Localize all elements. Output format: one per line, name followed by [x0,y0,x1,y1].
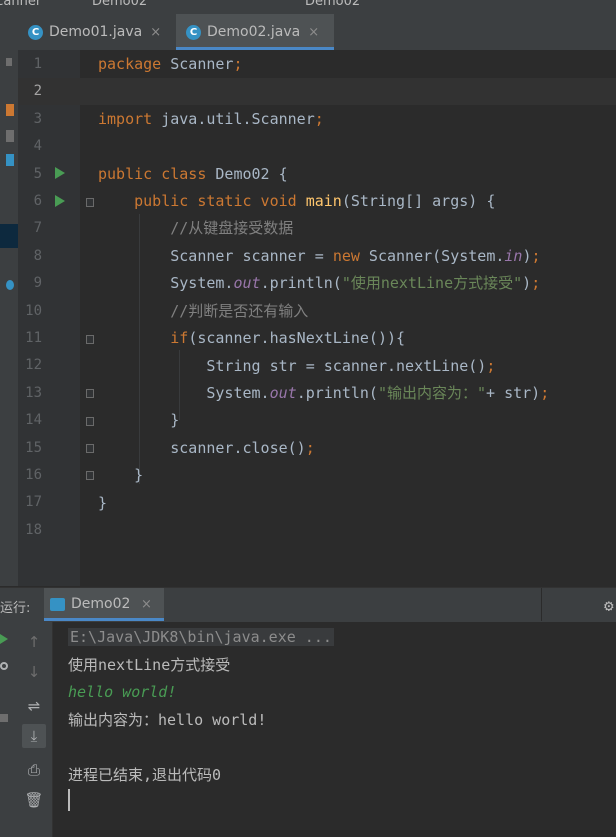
run-config-selector[interactable]: Demo02 [305,0,360,9]
soft-wrap-icon[interactable]: ⇌ [22,694,46,718]
console-toolbar: ↑ ↓ ⇌ ⤓ ⎙ 🗑 [18,622,53,837]
fold-icon[interactable] [86,417,94,426]
run-panel-label: 运行: [0,601,31,616]
code-line-17: } [98,494,108,512]
file-icon[interactable] [6,154,14,166]
rerun-icon[interactable] [0,634,8,644]
code-line-10: //判断是否还有输入 [98,302,309,320]
refresh-icon[interactable] [0,662,8,670]
code-line-11: if(scanner.hasNextLine()){ [170,329,406,347]
code-line-9: System.out.println("使用nextLine方式接受"); [98,274,541,292]
breadcrumb-file[interactable]: Demo02 [92,0,147,9]
scroll-to-end-icon[interactable]: ⤓ [22,724,46,748]
fold-icon[interactable] [86,198,94,207]
java-command[interactable]: E:\Java\JDK8\bin\java.exe ... [68,628,334,646]
divider [541,588,542,621]
line-number: 2 [33,83,42,100]
run-config-icon [50,598,65,611]
line-number: 8 [33,247,42,264]
code-line-5: public class Demo02 { [98,165,288,183]
project-tool-strip [0,14,19,586]
tab-label: Demo01.java [49,24,143,40]
line-number: 13 [25,384,42,401]
file-icon[interactable] [6,130,14,142]
fold-icon[interactable] [86,471,94,480]
tab-demo01[interactable]: C Demo01.java × [28,14,178,50]
print-icon[interactable]: ⎙ [22,758,46,782]
line-number: 1 [33,56,42,72]
navigation-bar: Scanner Demo02 Demo02 [0,0,616,14]
close-icon[interactable]: × [308,25,319,40]
code-line-8: Scanner scanner = new Scanner(System.in)… [98,247,541,265]
run-gutter-icon[interactable] [55,195,65,207]
class-c-icon[interactable] [6,280,14,290]
selected-item-icon[interactable] [0,224,18,248]
code-line-16: } [98,466,144,484]
trash-icon[interactable]: 🗑 [22,788,46,812]
folder-icon[interactable] [6,58,12,66]
scroll-down-icon[interactable]: ↓ [22,660,46,684]
console-output-line: 使用nextLine方式接受 [68,656,231,674]
close-icon[interactable]: × [141,597,152,612]
run-tab-label: Demo02 [71,596,131,612]
fold-icon[interactable] [86,444,94,453]
line-number: 7 [33,220,42,237]
code-line-14: } [98,411,180,429]
console-command-line[interactable]: E:\Java\JDK8\bin\java.exe ... [68,623,334,651]
console-exit-message: 进程已结束,退出代码0 [68,766,222,784]
run-side-toolbar [0,622,18,837]
line-number: 16 [25,467,42,483]
close-icon[interactable]: × [150,25,161,40]
console-output-line: 输出内容为：hello world! [68,711,267,729]
line-number: 10 [25,302,42,319]
code-line-3: import java.util.Scanner; [98,110,324,128]
fold-icon[interactable] [86,389,94,398]
breadcrumb-project[interactable]: Scanner [0,0,41,9]
line-number: 18 [25,521,42,538]
code-line-15: scanner.close(); [98,439,315,457]
line-number: 4 [33,138,42,155]
line-number: 9 [33,275,42,292]
code-line-6: public static void main(String[] args) { [134,192,496,210]
scroll-up-icon[interactable]: ↑ [22,630,46,654]
run-gutter-icon[interactable] [55,167,65,179]
console-user-input: hello world! [68,683,177,701]
line-number: 15 [25,439,42,456]
text-caret [68,789,70,811]
code-line-12: String str = scanner.nextLine(); [98,357,496,375]
line-number: 5 [33,165,42,182]
line-number: 14 [25,412,42,429]
line-number: 3 [33,110,42,127]
current-line-highlight [18,78,616,105]
settings-gear-icon[interactable]: ⚙ [604,596,614,615]
line-number: 11 [25,330,42,346]
code-line-1: package Scanner; [98,55,243,73]
code-line-7: //从键盘接受数据 [98,219,294,237]
code-line-13: System.out.println("输出内容为："+ str); [98,384,550,402]
line-number: 17 [25,494,42,511]
class-c-icon: C [186,24,201,40]
stop-icon[interactable] [0,714,8,722]
tab-label: Demo02.java [207,24,301,40]
fold-icon[interactable] [86,335,94,344]
line-number: 6 [33,193,42,209]
line-number: 12 [25,357,42,374]
editor-tab-bar: C Demo01.java × C Demo02.java × [18,14,616,51]
file-icon[interactable] [6,104,14,116]
tab-demo02[interactable]: C Demo02.java × [176,14,334,50]
class-c-icon: C [28,24,43,40]
active-tab-indicator [44,618,164,621]
